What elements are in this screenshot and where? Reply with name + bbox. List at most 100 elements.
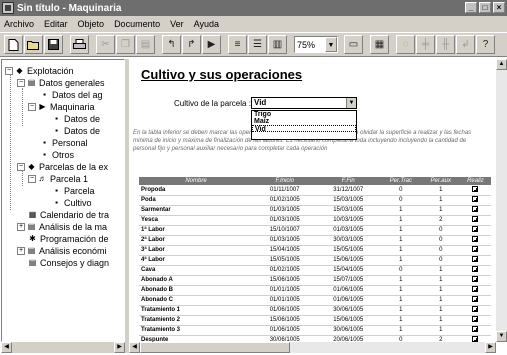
aux-staff-cell[interactable]: 1 [421,275,460,286]
aux-staff-cell[interactable]: 0 [421,235,460,246]
operation-name-cell[interactable]: Cava [139,265,253,276]
start-date-cell[interactable]: 01/01/1005 [253,295,317,306]
tractor-staff-cell[interactable]: 1 [379,305,422,316]
align-left-icon[interactable]: ≡ [228,35,247,54]
copy-icon[interactable]: ❐ [116,35,135,54]
aux-staff-cell[interactable]: 2 [421,215,460,226]
end-date-cell[interactable]: 01/03/1005 [316,225,380,236]
table-row[interactable]: 1ª Labor 15/10/1007 01/03/1005 1 0 [139,225,491,236]
done-checkbox[interactable] [472,286,479,292]
table-row[interactable]: Tratamiento 2 15/06/1005 15/06/1005 1 1 [139,315,491,326]
operation-name-cell[interactable]: Propoda [139,185,253,196]
start-date-cell[interactable]: 01/06/1005 [253,305,317,316]
print-icon[interactable] [70,35,89,54]
operation-name-cell[interactable]: 2ª Labor [139,235,253,246]
start-date-cell[interactable]: 01/02/1005 [253,195,317,206]
cut-icon[interactable]: ✂ [96,35,115,54]
done-checkbox[interactable] [472,236,479,242]
tractor-staff-cell[interactable]: 1 [379,215,422,226]
aux-staff-cell[interactable]: 1 [421,325,460,336]
insert-icon[interactable]: ◌ [396,35,415,54]
done-checkbox[interactable] [472,206,479,212]
content-vertical-scrollbar[interactable]: ▲ ▼ [496,59,507,342]
new-icon[interactable] [4,35,23,54]
aux-staff-cell[interactable]: 1 [421,295,460,306]
table-row[interactable]: 2ª Labor 01/03/1005 30/03/1005 1 0 [139,235,491,246]
tree-item-analisis-ma[interactable]: + ▤ Análisis de la ma [17,221,107,232]
scroll-right-icon[interactable]: ▶ [114,342,125,353]
end-date-cell[interactable]: 30/06/1005 [316,325,380,336]
tree-item-personal[interactable]: ▪ Personal [40,137,87,148]
aux-staff-cell[interactable]: 1 [421,265,460,276]
operation-name-cell[interactable]: Sarmentar [139,205,253,216]
aux-staff-cell[interactable]: 2 [421,335,460,342]
done-checkbox[interactable] [472,256,479,262]
end-date-cell[interactable]: 15/03/1005 [316,195,380,206]
tractor-staff-cell[interactable]: 1 [379,285,422,296]
expand-icon[interactable]: + [17,222,25,231]
table-row[interactable]: Poda 01/02/1005 15/03/1005 0 1 [139,195,491,206]
tractor-staff-cell[interactable]: 1 [379,275,422,286]
tree-item-cultivo[interactable]: ▪ Cultivo [52,197,91,208]
tree-item-maquinaria[interactable]: − ▶ Maquinaria [28,101,95,112]
done-checkbox[interactable] [472,216,479,222]
aux-staff-cell[interactable]: 1 [421,185,460,196]
zoom-select[interactable]: 75% ▼ [294,36,338,53]
done-checkbox[interactable] [472,306,479,312]
done-checkbox[interactable] [472,226,479,232]
aux-staff-cell[interactable]: 0 [421,255,460,266]
operation-name-cell[interactable]: 3ª Labor [139,245,253,256]
done-checkbox[interactable] [472,185,479,192]
start-date-cell[interactable]: 01/06/1005 [253,325,317,336]
start-date-cell[interactable]: 01/03/1005 [253,215,317,226]
open-icon[interactable] [24,35,43,54]
collapse-icon[interactable]: − [17,162,25,171]
done-checkbox[interactable] [472,246,479,252]
table-row[interactable]: Cava 01/02/1005 15/04/1005 0 1 [139,265,491,276]
tree-item-parcela-1[interactable]: − ♬ Parcela 1 [28,173,88,184]
done-checkbox[interactable] [472,276,479,282]
content-horizontal-scrollbar[interactable]: ◀ ▶ [129,342,496,353]
align-center-icon[interactable]: ☰ [248,35,267,54]
end-date-cell[interactable]: 30/06/1005 [316,305,380,316]
close-button[interactable]: × [493,2,505,13]
scroll-down-icon[interactable]: ▼ [496,331,507,342]
table-row[interactable]: Tratamiento 1 01/06/1005 30/06/1005 1 1 [139,305,491,316]
end-date-cell[interactable]: 15/06/1005 [316,315,380,326]
start-date-cell[interactable]: 15/06/1005 [253,275,317,286]
tree-horizontal-scrollbar[interactable]: ◀ ▶ [1,342,125,353]
tractor-staff-cell[interactable]: 1 [379,225,422,236]
tractor-staff-cell[interactable]: 1 [379,295,422,306]
collapse-icon[interactable]: − [5,66,13,75]
tree-item-explotacion[interactable]: − ◆ Explotación [5,65,74,76]
tractor-staff-cell[interactable]: 0 [379,335,422,342]
operation-name-cell[interactable]: Yesca [139,215,253,226]
maximize-button[interactable]: □ [479,2,491,13]
start-date-cell[interactable]: 30/06/1005 [253,335,317,342]
end-date-cell[interactable]: 31/12/1007 [316,185,380,196]
operation-name-cell[interactable]: 4ª Labor [139,255,253,266]
table-row[interactable]: Despunte 30/06/1005 20/06/1005 0 2 [139,335,491,342]
menu-objeto[interactable]: Objeto [78,19,105,29]
aux-staff-cell[interactable]: 0 [421,225,460,236]
tractor-staff-cell[interactable]: 0 [379,195,422,206]
save-icon[interactable] [44,35,63,54]
tree-item-datos-de-2[interactable]: ▪ Datos de [52,125,100,136]
done-checkbox[interactable] [472,196,479,202]
tractor-staff-cell[interactable]: 1 [379,255,422,266]
help-icon[interactable]: ? [476,35,495,54]
collapse-icon[interactable]: − [28,102,36,111]
forward-icon[interactable]: ↱ [182,35,201,54]
start-date-cell[interactable]: 01/01/1005 [253,285,317,296]
aux-staff-cell[interactable]: 1 [421,195,460,206]
tractor-staff-cell[interactable]: 1 [379,325,422,336]
expand-icon[interactable]: + [17,246,25,255]
start-date-cell[interactable]: 01/11/1007 [253,185,317,196]
page-icon[interactable]: ▭ [344,35,363,54]
tree-item-datos-del-ag[interactable]: ▪ Datos del ag [40,89,102,100]
table-row[interactable]: Abonado B 01/01/1005 01/06/1005 1 1 [139,285,491,296]
aux-staff-cell[interactable]: 0 [421,245,460,256]
end-date-cell[interactable]: 10/03/1005 [316,215,380,226]
operation-name-cell[interactable]: Tratamiento 1 [139,305,253,316]
table-row[interactable]: Abonado C 01/01/1005 01/06/1005 1 1 [139,295,491,306]
